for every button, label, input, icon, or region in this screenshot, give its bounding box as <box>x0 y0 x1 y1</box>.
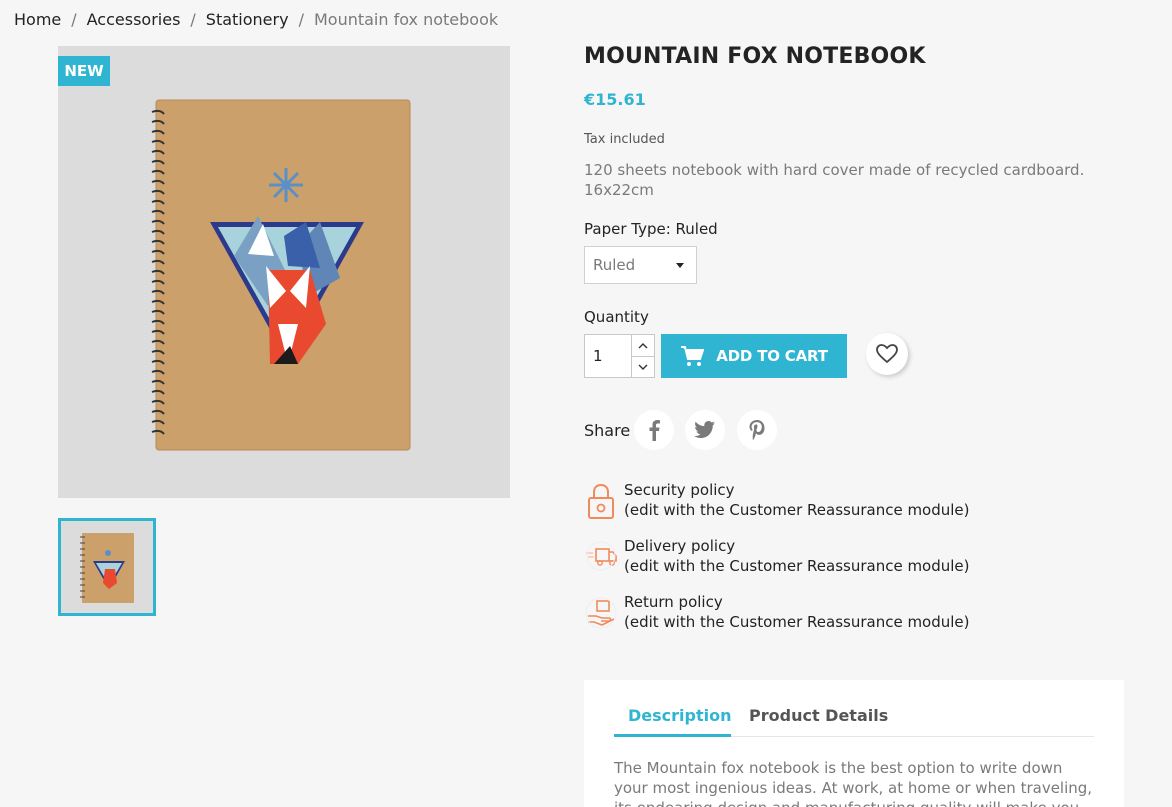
add-to-cart-label: ADD TO CART <box>716 347 828 365</box>
breadcrumb-home-link[interactable]: Home <box>14 10 61 29</box>
breadcrumb-current: Mountain fox notebook <box>313 10 499 29</box>
breadcrumb-separator: / <box>298 10 304 29</box>
product-short-description: 120 sheets notebook with hard cover made… <box>584 161 1085 199</box>
return-hand-icon <box>584 592 618 632</box>
notebook-image <box>151 99 411 451</box>
reassurance-title: Return policy <box>624 593 723 611</box>
product-title: MOUNTAIN FOX NOTEBOOK <box>584 44 926 69</box>
delivery-truck-icon <box>584 536 618 576</box>
product-tabs-panel: Description Product Details The Mountain… <box>584 680 1124 807</box>
breadcrumb-separator: / <box>190 10 196 29</box>
shopping-cart-icon <box>681 346 705 366</box>
breadcrumb-accessories-link[interactable]: Accessories <box>87 10 181 29</box>
tab-description[interactable]: Description <box>628 706 731 725</box>
active-tab-indicator <box>614 734 731 737</box>
reassurance-delivery: Delivery policy (edit with the Customer … <box>584 536 1004 576</box>
reassurance-title: Security policy <box>624 481 735 499</box>
new-badge: NEW <box>58 56 110 86</box>
facebook-icon <box>649 420 660 441</box>
description-text: The Mountain fox notebook is the best op… <box>614 759 1093 807</box>
share-facebook-button[interactable] <box>634 410 674 450</box>
quantity-stepper <box>631 334 655 378</box>
share-twitter-button[interactable] <box>685 410 725 450</box>
product-thumbnail[interactable] <box>58 518 156 616</box>
share-pinterest-button[interactable] <box>737 410 777 450</box>
breadcrumb-stationery-link[interactable]: Stationery <box>206 10 289 29</box>
pinterest-icon <box>749 420 765 441</box>
caret-down-icon <box>676 262 684 268</box>
tax-note: Tax included <box>584 132 665 147</box>
paper-type-selected: Ruled <box>593 256 636 274</box>
snowflake <box>269 168 303 202</box>
heart-icon <box>876 344 898 364</box>
reassurance-subtitle: (edit with the Customer Reassurance modu… <box>624 501 970 519</box>
product-price: €15.61 <box>584 90 646 109</box>
reassurance-return: Return policy (edit with the Customer Re… <box>584 592 1004 632</box>
paper-type-select[interactable]: Ruled <box>584 246 697 284</box>
breadcrumb: Home / Accessories / Stationery / Mounta… <box>14 10 498 29</box>
wishlist-button[interactable] <box>866 333 908 375</box>
chevron-down-icon <box>638 364 648 370</box>
reassurance-subtitle: (edit with the Customer Reassurance modu… <box>624 613 970 631</box>
notebook-thumbnail-image <box>80 533 134 603</box>
quantity-input[interactable]: 1 <box>584 334 632 378</box>
share-label: Share <box>584 421 631 440</box>
quantity-decrease-button[interactable] <box>632 356 654 377</box>
breadcrumb-separator: / <box>71 10 77 29</box>
twitter-icon <box>694 421 715 439</box>
paper-type-label: Paper Type: Ruled <box>584 220 718 238</box>
reassurance-title: Delivery policy <box>624 537 736 555</box>
product-main-image[interactable] <box>58 46 510 498</box>
tab-product-details[interactable]: Product Details <box>749 706 888 725</box>
reassurance-subtitle: (edit with the Customer Reassurance modu… <box>624 557 970 575</box>
quantity-label: Quantity <box>584 308 649 326</box>
quantity-increase-button[interactable] <box>632 335 654 356</box>
chevron-up-icon <box>638 342 648 348</box>
lock-icon <box>584 480 618 520</box>
reassurance-security: Security policy (edit with the Customer … <box>584 480 1004 520</box>
add-to-cart-button[interactable]: ADD TO CART <box>661 334 847 378</box>
